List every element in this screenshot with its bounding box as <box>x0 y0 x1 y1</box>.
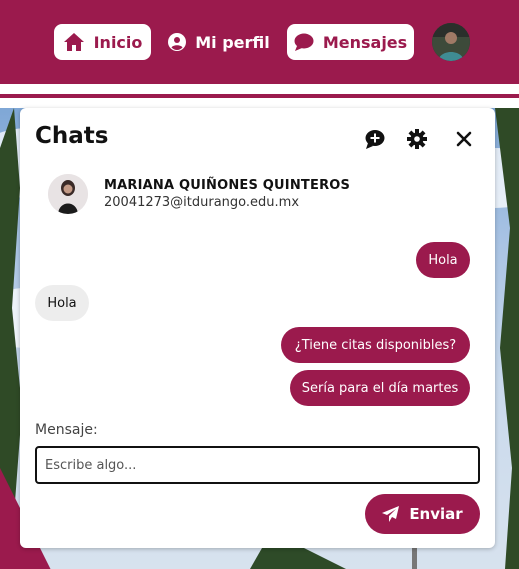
user-avatar[interactable] <box>432 23 470 61</box>
home-icon <box>63 33 84 51</box>
gear-icon[interactable] <box>406 128 428 150</box>
nav-perfil-label: Mi perfil <box>195 32 270 52</box>
nav-inicio-label: Inicio <box>93 32 143 52</box>
nav-mensajes-button[interactable]: Mensajes <box>287 24 414 60</box>
close-icon[interactable] <box>453 128 475 150</box>
user-circle-icon <box>168 33 187 51</box>
contact-avatar <box>48 174 88 214</box>
message-outgoing: ¿Tiene citas disponibles? <box>281 327 470 363</box>
nav-inicio-button[interactable]: Inicio <box>54 24 151 60</box>
chat-panel: Chats MARIANA QUIÑONES QUINTEROS 2004127… <box>20 108 495 548</box>
message-incoming: Hola <box>35 285 89 321</box>
top-navbar: Inicio Mi perfil Mensajes <box>0 0 519 84</box>
send-button[interactable]: Enviar <box>365 494 480 534</box>
message-outgoing: Hola <box>416 242 470 278</box>
navbar-divider <box>0 94 519 98</box>
paper-plane-icon <box>382 506 400 522</box>
new-chat-icon[interactable] <box>364 128 386 150</box>
nav-mensajes-label: Mensajes <box>322 32 408 52</box>
message-outgoing: Sería para el día martes <box>290 370 470 406</box>
chat-title: Chats <box>35 123 109 149</box>
contact-email: 20041273@itdurango.edu.mx <box>104 195 300 210</box>
nav-perfil-button[interactable]: Mi perfil <box>166 24 272 60</box>
message-input[interactable] <box>35 446 480 484</box>
send-button-label: Enviar <box>409 505 463 523</box>
contact-name: MARIANA QUIÑONES QUINTEROS <box>104 178 351 193</box>
message-label: Mensaje: <box>35 422 98 438</box>
chat-bubble-icon <box>294 33 314 51</box>
